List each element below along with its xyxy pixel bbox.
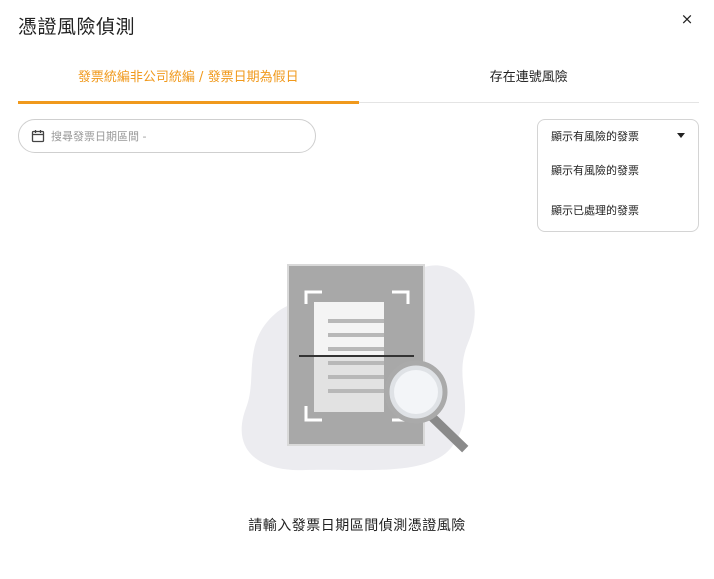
empty-state-illustration xyxy=(241,264,475,471)
calendar-icon xyxy=(31,130,45,143)
empty-state-message: 請輸入發票日期區間偵測憑證風險 xyxy=(248,518,466,534)
date-range-search[interactable] xyxy=(18,119,316,153)
option-processed-invoices[interactable]: 顯示已處理的發票 xyxy=(538,191,698,231)
search-input[interactable] xyxy=(51,129,301,143)
risk-filter-selected: 顯示有風險的發票 xyxy=(551,129,639,143)
tab-bar: 發票統編非公司統編 / 發票日期為假日 存在連號風險 xyxy=(18,62,700,104)
tab-serial-number-risk[interactable]: 存在連號風險 xyxy=(359,62,700,102)
caret-down-icon xyxy=(677,133,685,138)
tab-invalid-id-holiday[interactable]: 發票統編非公司統編 / 發票日期為假日 xyxy=(18,62,359,104)
dialog-title: 憑證風險偵測 xyxy=(18,16,136,38)
risk-filter-dropdown[interactable]: 顯示有風險的發票 顯示有風險的發票 顯示已處理的發票 xyxy=(537,119,699,232)
option-risky-invoices[interactable]: 顯示有風險的發票 xyxy=(538,151,698,191)
close-icon[interactable]: × xyxy=(678,10,696,28)
risk-filter-select[interactable]: 顯示有風險的發票 xyxy=(538,120,698,151)
